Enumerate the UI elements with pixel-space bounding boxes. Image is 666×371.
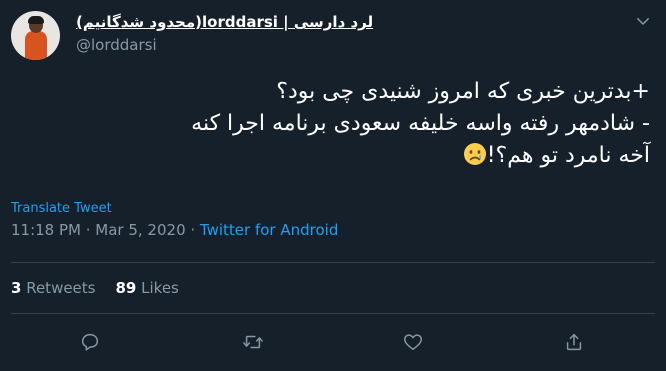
avatar-figure-hair <box>28 16 44 24</box>
avatar-figure-body <box>25 31 47 60</box>
crying-face-emoji <box>463 142 487 166</box>
tweet-text: +بدترین خبری که امروز شنیدی چی بود؟ - شا… <box>20 76 650 172</box>
retweets-label: Retweets <box>21 279 96 297</box>
likes-label: Likes <box>136 279 179 297</box>
tweet-text-line-content: آخه نامرد تو هم؟! <box>486 143 650 168</box>
author-display-name[interactable]: لرد دارسی | lorddarsi(محدود شدگانیم) <box>76 13 373 31</box>
retweets-count: 3 <box>11 279 22 297</box>
chevron-down-icon[interactable] <box>634 12 652 30</box>
retweets-stat[interactable]: 3 Retweets <box>11 279 96 297</box>
divider <box>11 262 655 263</box>
translate-tweet-link[interactable]: Translate Tweet <box>11 201 112 216</box>
likes-count: 89 <box>115 279 137 297</box>
likes-stat[interactable]: 89 Likes <box>116 279 179 297</box>
tweet-timestamp[interactable]: 11:18 PM · Mar 5, 2020 · <box>11 221 200 239</box>
avatar[interactable] <box>11 11 60 60</box>
retweet-icon[interactable] <box>242 331 266 355</box>
tweet-text-line: +بدترین خبری که امروز شنیدی چی بود؟ <box>276 79 650 104</box>
author-handle[interactable]: @lorddarsi <box>76 36 157 54</box>
share-icon[interactable] <box>563 331 587 355</box>
tweet-text-line: آخه نامرد تو هم؟! <box>20 140 650 172</box>
like-icon[interactable] <box>402 331 426 355</box>
tweet-source-link[interactable]: Twitter for Android <box>200 221 338 239</box>
tweet-card: لرد دارسی | lorddarsi(محدود شدگانیم) @lo… <box>0 0 666 371</box>
divider <box>11 313 655 314</box>
reply-icon[interactable] <box>79 331 103 355</box>
tweet-stats: 3 Retweets 89 Likes <box>11 279 179 297</box>
tweet-text-line: - شادمهر رفته واسه خلیفه سعودی برنامه اج… <box>191 111 650 136</box>
tweet-meta: 11:18 PM · Mar 5, 2020 · Twitter for And… <box>11 221 338 239</box>
